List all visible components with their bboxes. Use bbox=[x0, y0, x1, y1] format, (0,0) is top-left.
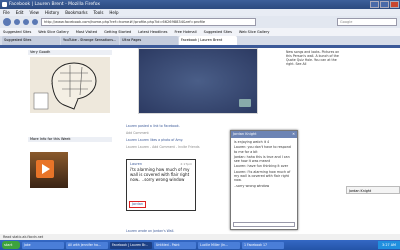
close-button[interactable] bbox=[390, 1, 399, 8]
chat-close-icon[interactable]: ✕ bbox=[292, 131, 295, 138]
bookmark-item[interactable]: Getting Started bbox=[104, 28, 131, 36]
denim-tag-image bbox=[239, 99, 251, 107]
bookmark-item[interactable]: Suggested Sites bbox=[3, 28, 31, 36]
reload-button[interactable] bbox=[23, 19, 29, 25]
minimize-button[interactable] bbox=[370, 1, 379, 8]
left-box-header: Very Goodh bbox=[28, 50, 112, 55]
video-thumbnail[interactable] bbox=[30, 152, 68, 188]
taskbar-item[interactable]: All with Jennifer ha... bbox=[66, 241, 108, 249]
chat-message: ..sorry wrong window bbox=[234, 183, 270, 188]
zoomed-message-callout: Lauren 2:17pm i'ts alarming how much of … bbox=[126, 159, 196, 211]
navigation-bar: http://www.facebook.com/home.php?ref=hom… bbox=[0, 16, 400, 28]
forward-button[interactable] bbox=[14, 19, 20, 25]
tab-ultra-pages[interactable]: Ultra Pages bbox=[120, 36, 178, 45]
chat-window: Jordan Knight ✕ is enjoying watch it 4 L… bbox=[230, 130, 298, 230]
callout-content: Lauren 2:17pm i'ts alarming how much of … bbox=[127, 160, 195, 210]
menu-history[interactable]: History bbox=[45, 9, 59, 16]
windows-taskbar: start Jake All with Jennifer ha... Faceb… bbox=[0, 240, 400, 250]
menu-bookmarks[interactable]: Bookmarks bbox=[65, 9, 87, 16]
taskbar-item[interactable]: Untitled - Paint bbox=[154, 241, 196, 249]
tab-bar: Suggested Sites YouTube - Strange Sensat… bbox=[0, 36, 400, 45]
chat-body: is enjoying watch it 4 Lauren: you don't… bbox=[231, 138, 297, 190]
taskbar-item[interactable]: 1 Facebook 17 bbox=[242, 241, 284, 249]
feed-comment-link[interactable]: Add Comment bbox=[126, 131, 149, 135]
menu-help[interactable]: Help bbox=[109, 9, 118, 16]
address-bar[interactable]: http://www.facebook.com/home.php?ref=hom… bbox=[41, 18, 256, 26]
chat-input[interactable] bbox=[233, 222, 295, 227]
menu-bar: File Edit View History Bookmarks Tools H… bbox=[0, 9, 400, 16]
bookmark-item[interactable]: Web Slice Gallery bbox=[38, 28, 69, 36]
callout-reply-name: Jordan bbox=[129, 201, 147, 208]
page-content: Very Goodh More Info for this Week Laure… bbox=[0, 48, 400, 234]
chat-tab-strip[interactable]: Jordan Knight bbox=[346, 186, 400, 194]
chat-contact-name: Jordan Knight bbox=[233, 132, 257, 136]
menu-edit[interactable]: Edit bbox=[16, 9, 24, 16]
system-clock: 3:27 AM bbox=[378, 241, 400, 249]
chat-message: Lauren: you don't have to respond to me … bbox=[234, 145, 291, 154]
bookmark-item[interactable]: Suggested Sites bbox=[204, 28, 232, 36]
window-title: Facebook | Lauren Brent - Mozilla Firefo… bbox=[9, 2, 100, 7]
left-video-header: More Info for this Week bbox=[28, 137, 112, 142]
bookmark-item[interactable]: Web Slice Gallery bbox=[239, 28, 270, 36]
back-button[interactable] bbox=[3, 18, 11, 26]
callout-time: 2:17pm bbox=[180, 162, 192, 166]
denim-photo bbox=[138, 48, 258, 114]
callout-message: i'ts alarming how much of my wall is cov… bbox=[130, 167, 190, 182]
feed-item[interactable]: Lauren posted a link to Facebook. bbox=[126, 124, 180, 128]
window-title-bar: Facebook | Lauren Brent - Mozilla Firefo… bbox=[0, 0, 400, 9]
chat-status: is enjoying watch it 4 bbox=[234, 140, 270, 144]
tab-youtube[interactable]: YouTube - Strange Sensations... bbox=[61, 36, 119, 45]
chat-message: Jordan: haha this is true and I can see … bbox=[234, 154, 290, 164]
bookmark-item[interactable]: Most Visited bbox=[76, 28, 97, 36]
firefox-icon bbox=[2, 2, 7, 7]
chat-message: Lauren: i'ts alarming how much of my wal… bbox=[234, 169, 291, 183]
chat-header: Jordan Knight ✕ bbox=[231, 131, 297, 138]
callout-sender: Lauren bbox=[130, 162, 143, 166]
taskbar-item[interactable]: Jake bbox=[22, 241, 64, 249]
tab-facebook[interactable]: Facebook | Lauren Brent bbox=[179, 36, 237, 45]
tab-suggested-sites[interactable]: Suggested Sites bbox=[2, 36, 60, 45]
phrenology-head-icon bbox=[33, 62, 97, 110]
bookmarks-bar: Suggested Sites Web Slice Gallery Most V… bbox=[0, 28, 400, 36]
menu-file[interactable]: File bbox=[3, 9, 10, 16]
feed-comment-link[interactable]: Lauren Lauren - Add Comment - Invite Fri… bbox=[126, 145, 200, 149]
play-icon[interactable] bbox=[36, 160, 54, 178]
phrenology-head-image bbox=[30, 57, 110, 113]
taskbar-item-active[interactable]: Facebook | Lauren Br... bbox=[110, 241, 152, 249]
bookmark-item[interactable]: Latest Headlines bbox=[138, 28, 167, 36]
start-button[interactable]: start bbox=[2, 241, 20, 249]
taskbar-item[interactable]: Lucille Miller (In... bbox=[198, 241, 240, 249]
left-column: Very Goodh More Info for this Week bbox=[28, 48, 112, 234]
menu-tools[interactable]: Tools bbox=[94, 9, 104, 16]
feed-item[interactable]: Lauren Lauren likes a photo of Amy. bbox=[126, 138, 183, 142]
maximize-button[interactable] bbox=[380, 1, 389, 8]
search-input[interactable]: Google bbox=[337, 18, 397, 26]
menu-view[interactable]: View bbox=[29, 9, 39, 16]
feed-item[interactable]: Lauren wrote on Jordan's Wall. bbox=[126, 229, 174, 233]
window-controls bbox=[370, 1, 399, 8]
bookmark-item[interactable]: Free Hotmail bbox=[174, 28, 196, 36]
home-button[interactable] bbox=[32, 19, 38, 25]
chat-message: Lauren: have fun thinking it over bbox=[234, 164, 289, 169]
